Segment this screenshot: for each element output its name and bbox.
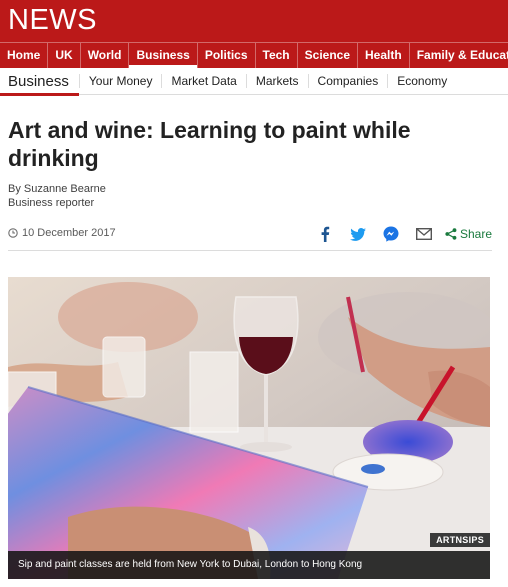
share-label: Share xyxy=(459,227,492,241)
masthead: NEWS xyxy=(0,0,508,42)
top-navigation: Home UK World Business Politics Tech Sci… xyxy=(0,42,508,68)
nav-item-business[interactable]: Business xyxy=(129,43,198,68)
article-image: ARTNSIPS Sip and paint classes are held … xyxy=(8,277,490,579)
section-title[interactable]: Business xyxy=(0,68,79,96)
section-navigation: Business Your Money Market Data Markets … xyxy=(0,68,508,96)
share-button[interactable]: Share xyxy=(445,227,492,241)
twitter-icon[interactable] xyxy=(346,223,370,245)
subnav-market-data[interactable]: Market Data xyxy=(161,74,245,88)
image-credit: ARTNSIPS xyxy=(430,533,490,547)
nav-item-uk[interactable]: UK xyxy=(48,43,81,68)
nav-item-home[interactable]: Home xyxy=(0,43,49,68)
messenger-icon[interactable] xyxy=(379,223,403,245)
email-icon[interactable] xyxy=(412,223,436,245)
nav-item-politics[interactable]: Politics xyxy=(198,43,256,68)
nav-item-health[interactable]: Health xyxy=(358,43,410,68)
article-meta: 10 December 2017 Share xyxy=(8,221,492,251)
news-logo[interactable]: NEWS xyxy=(8,3,97,37)
author-name: By Suzanne Bearne xyxy=(8,183,106,195)
article-headline: Art and wine: Learning to paint while dr… xyxy=(8,117,411,171)
date-text: 10 December 2017 xyxy=(22,227,116,239)
author-role: Business reporter xyxy=(8,197,95,209)
painting-class-photo xyxy=(8,277,490,579)
nav-item-science[interactable]: Science xyxy=(298,43,359,68)
publish-date: 10 December 2017 xyxy=(8,227,116,239)
nav-item-family-education[interactable]: Family & Education xyxy=(410,43,508,68)
facebook-icon[interactable] xyxy=(313,223,337,245)
nav-item-world[interactable]: World xyxy=(81,43,130,68)
clock-icon xyxy=(8,228,18,238)
subnav-economy[interactable]: Economy xyxy=(387,74,456,88)
subnav-companies[interactable]: Companies xyxy=(307,74,388,88)
image-caption: Sip and paint classes are held from New … xyxy=(8,551,490,579)
share-tools: Share xyxy=(304,223,492,245)
share-icon xyxy=(445,228,457,240)
byline: By Suzanne Bearne Business reporter xyxy=(8,182,106,210)
nav-item-tech[interactable]: Tech xyxy=(256,43,298,68)
subnav-your-money[interactable]: Your Money xyxy=(78,74,162,88)
subnav-markets[interactable]: Markets xyxy=(245,74,308,88)
